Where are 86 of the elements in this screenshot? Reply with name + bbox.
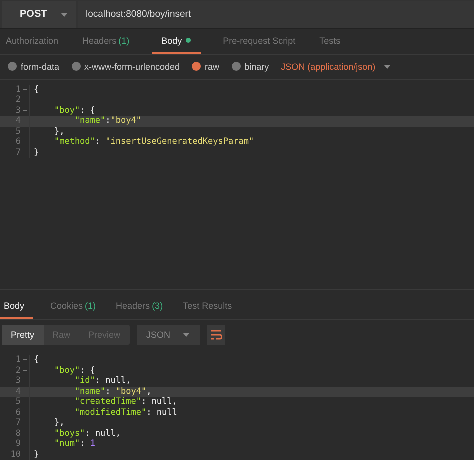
radio-button[interactable] bbox=[192, 62, 202, 72]
code-text: : bbox=[106, 386, 112, 397]
code-key: "boy" bbox=[34, 366, 80, 376]
code-null: null bbox=[95, 428, 116, 439]
caret-icon bbox=[384, 64, 391, 69]
wrap-lines-button[interactable] bbox=[206, 324, 225, 344]
line-number: 4 bbox=[16, 116, 21, 127]
code-string: "boy4" bbox=[116, 386, 147, 397]
response-tab[interactable]: Headers (3) bbox=[114, 296, 166, 319]
line-number: 3 bbox=[16, 106, 21, 116]
code-text: : bbox=[141, 397, 148, 408]
caret-icon bbox=[61, 12, 68, 17]
caret-icon bbox=[182, 332, 190, 336]
code-text: }, bbox=[53, 126, 65, 137]
radio-button[interactable] bbox=[72, 62, 81, 72]
code-text: } bbox=[34, 148, 40, 158]
line-number: 7 bbox=[16, 148, 21, 158]
fold-icon[interactable] bbox=[23, 370, 27, 372]
code-key: "boy" bbox=[34, 106, 80, 116]
code-key: "boys" bbox=[34, 428, 86, 439]
code-null: null bbox=[106, 376, 126, 386]
line-number: 1 bbox=[16, 355, 21, 366]
content-type-dropdown[interactable]: JSON (application/json) bbox=[281, 62, 391, 72]
wrap-lines-icon bbox=[210, 328, 222, 340]
line-number: 2 bbox=[16, 366, 21, 376]
line-number: 1 bbox=[16, 84, 21, 96]
code-key: "num" bbox=[34, 439, 80, 450]
code-text: : bbox=[95, 137, 102, 148]
request-tab[interactable]: Authorization bbox=[4, 29, 61, 54]
code-key: "name" bbox=[34, 116, 106, 126]
code-key: "modifiedTime" bbox=[34, 408, 147, 418]
code-key: "name" bbox=[34, 386, 106, 397]
line-number: 6 bbox=[16, 408, 21, 418]
line-number: 9 bbox=[16, 439, 21, 450]
radio-label[interactable]: x-www-form-urlencoded bbox=[84, 62, 180, 72]
line-number: 4 bbox=[16, 386, 21, 398]
code-text: { bbox=[34, 355, 40, 366]
code-text: : bbox=[106, 116, 111, 126]
code-string: "insertUseGeneratedKeysParam" bbox=[106, 137, 254, 148]
radio-button[interactable] bbox=[232, 62, 241, 72]
code-text: : bbox=[85, 428, 91, 439]
code-null: null bbox=[152, 397, 172, 408]
radio-label[interactable]: form-data bbox=[21, 62, 60, 72]
radio-button[interactable] bbox=[8, 62, 17, 72]
method-dropdown[interactable]: POST bbox=[2, 1, 76, 28]
code-text: { bbox=[34, 84, 40, 95]
code-text: : { bbox=[80, 106, 96, 116]
response-tab[interactable]: Cookies (1) bbox=[48, 296, 98, 319]
code-text: : bbox=[146, 408, 153, 418]
radio-label[interactable]: raw bbox=[205, 62, 220, 72]
response-tab[interactable]: Test Results bbox=[181, 296, 234, 319]
fold-icon[interactable] bbox=[23, 88, 27, 91]
code-text: , bbox=[172, 397, 178, 408]
code-text: , bbox=[116, 428, 122, 439]
fold-icon[interactable] bbox=[23, 359, 27, 362]
code-text: } bbox=[34, 450, 40, 460]
response-tab[interactable]: Body bbox=[0, 296, 33, 319]
request-tab[interactable]: Headers (1) bbox=[80, 29, 132, 54]
code-text: : bbox=[80, 439, 86, 450]
code-text: : bbox=[95, 376, 102, 386]
line-number: 10 bbox=[10, 450, 21, 460]
code-string: "boy4" bbox=[110, 116, 142, 126]
line-number: 7 bbox=[16, 418, 21, 429]
code-text: , bbox=[146, 386, 152, 397]
request-tab[interactable]: Body bbox=[152, 29, 202, 54]
request-body-editor[interactable]: 1 { 2 3 "boy": { 4 "name":"boy4" 5 }, 6 "method": "insertUseGeneratedKeysParam" 7 } bbox=[0, 80, 474, 290]
line-number: 5 bbox=[16, 126, 21, 138]
line-number: 8 bbox=[16, 428, 21, 440]
code-text: : { bbox=[80, 366, 96, 376]
radio-label[interactable]: binary bbox=[244, 62, 270, 72]
code-number: 1 bbox=[90, 439, 96, 450]
fold-icon[interactable] bbox=[23, 110, 27, 112]
line-number: 3 bbox=[16, 376, 21, 387]
request-tab[interactable]: Pre-request Script bbox=[221, 29, 298, 54]
code-text: , bbox=[126, 376, 132, 386]
code-text: }, bbox=[53, 418, 65, 428]
line-number: 2 bbox=[16, 95, 21, 106]
code-null: null bbox=[156, 408, 178, 418]
request-tab[interactable]: Tests bbox=[318, 29, 343, 54]
code-key: "method" bbox=[34, 137, 96, 148]
code-key: "id" bbox=[34, 376, 96, 386]
line-number: 5 bbox=[16, 397, 21, 408]
line-number: 6 bbox=[16, 137, 21, 148]
code-key: "createdTime" bbox=[34, 397, 142, 408]
format-dropdown[interactable]: JSON bbox=[136, 324, 200, 344]
view-mode-button[interactable]: Pretty bbox=[2, 324, 44, 344]
